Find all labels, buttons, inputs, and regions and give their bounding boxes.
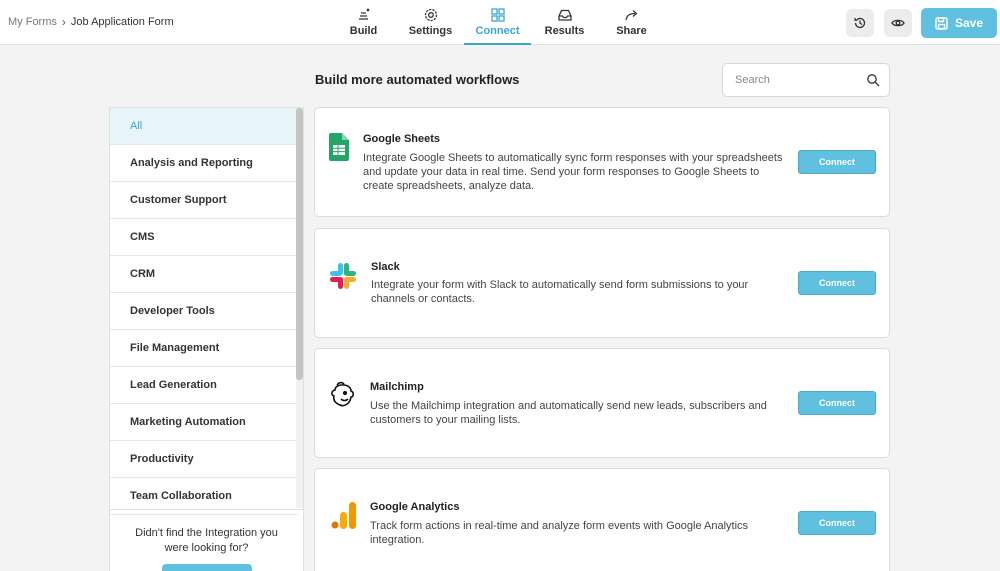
gear-icon xyxy=(424,8,437,22)
tab-build-label: Build xyxy=(349,25,378,37)
search-box xyxy=(722,63,890,97)
tab-settings-label: Settings xyxy=(408,25,453,37)
integration-description: Use the Mailchimp integration and automa… xyxy=(370,400,767,426)
history-icon xyxy=(854,17,866,29)
build-icon xyxy=(358,8,369,20)
google-sheets-icon xyxy=(329,133,349,161)
integration-title: Google Analytics xyxy=(370,501,460,513)
google-analytics-icon xyxy=(331,502,356,529)
breadcrumb-current: Job Application Form xyxy=(70,16,174,28)
save-icon xyxy=(935,16,948,30)
connect-google-analytics-button[interactable]: Connect xyxy=(798,511,876,535)
breadcrumb-separator: › xyxy=(61,15,66,29)
tab-results[interactable]: Results xyxy=(531,0,598,45)
tab-connect-label: Connect xyxy=(475,25,520,37)
main-nav: Build Settings Connect Results Share xyxy=(330,0,665,45)
category-all[interactable]: All xyxy=(110,108,298,145)
preview-button[interactable] xyxy=(884,9,912,37)
category-customer-support[interactable]: Customer Support xyxy=(110,182,298,219)
inbox-icon xyxy=(557,9,572,21)
sidebar-scrollbar-track[interactable] xyxy=(296,108,303,508)
category-cms[interactable]: CMS xyxy=(110,219,298,256)
integration-description: Integrate your form with Slack to automa… xyxy=(371,279,749,305)
search-input[interactable] xyxy=(723,64,863,96)
category-crm[interactable]: CRM xyxy=(110,256,298,293)
history-button[interactable] xyxy=(846,9,874,37)
tab-share-label: Share xyxy=(616,25,647,37)
breadcrumb: My Forms › Job Application Form xyxy=(8,15,174,29)
page-title: Build more automated workflows xyxy=(315,72,520,87)
integration-card-google-sheets: Google Sheets Integrate Google Sheets to… xyxy=(314,107,890,217)
connect-google-sheets-button[interactable]: Connect xyxy=(798,150,876,174)
category-analysis-and-reporting[interactable]: Analysis and Reporting xyxy=(110,145,298,182)
sidebar-scrollbar-thumb[interactable] xyxy=(296,108,303,380)
category-marketing-automation[interactable]: Marketing Automation xyxy=(110,404,298,441)
tab-settings[interactable]: Settings xyxy=(397,0,464,45)
mailchimp-icon xyxy=(331,381,355,407)
save-button[interactable]: Save xyxy=(921,8,997,38)
slack-icon xyxy=(330,263,356,289)
help-text: Didn't find the Integration you were loo… xyxy=(135,527,278,554)
category-sidebar: All Analysis and Reporting Customer Supp… xyxy=(109,107,304,571)
connect-mailchimp-button[interactable]: Connect xyxy=(798,391,876,415)
category-lead-generation[interactable]: Lead Generation xyxy=(110,367,298,404)
breadcrumb-my-forms[interactable]: My Forms xyxy=(8,16,57,28)
search-icon[interactable] xyxy=(866,73,880,87)
category-list: All Analysis and Reporting Customer Supp… xyxy=(110,108,298,515)
help-section: Didn't find the Integration you were loo… xyxy=(110,509,303,571)
category-productivity[interactable]: Productivity xyxy=(110,441,298,478)
tab-share[interactable]: Share xyxy=(598,0,665,45)
tab-connect[interactable]: Connect xyxy=(464,0,531,45)
connect-slack-button[interactable]: Connect xyxy=(798,271,876,295)
share-icon xyxy=(624,10,637,21)
category-developer-tools[interactable]: Developer Tools xyxy=(110,293,298,330)
save-label: Save xyxy=(954,16,984,30)
category-file-management[interactable]: File Management xyxy=(110,330,298,367)
integration-card-slack: Slack Integrate your form with Slack to … xyxy=(314,228,890,338)
integration-title: Slack xyxy=(371,261,400,273)
eye-icon xyxy=(891,19,905,27)
integration-description: Integrate Google Sheets to automatically… xyxy=(363,152,783,192)
request-integration-button[interactable] xyxy=(162,564,252,571)
integration-description: Track form actions in real-time and anal… xyxy=(370,520,749,546)
tab-build[interactable]: Build xyxy=(330,0,397,45)
integration-card-google-analytics: Google Analytics Track form actions in r… xyxy=(314,468,890,571)
tab-results-label: Results xyxy=(544,25,585,37)
integration-title: Google Sheets xyxy=(363,133,441,145)
integration-title: Mailchimp xyxy=(370,381,424,393)
top-bar: My Forms › Job Application Form Build Se… xyxy=(0,0,1000,45)
integration-card-mailchimp: Mailchimp Use the Mailchimp integration … xyxy=(314,348,890,458)
connect-icon xyxy=(490,8,505,22)
